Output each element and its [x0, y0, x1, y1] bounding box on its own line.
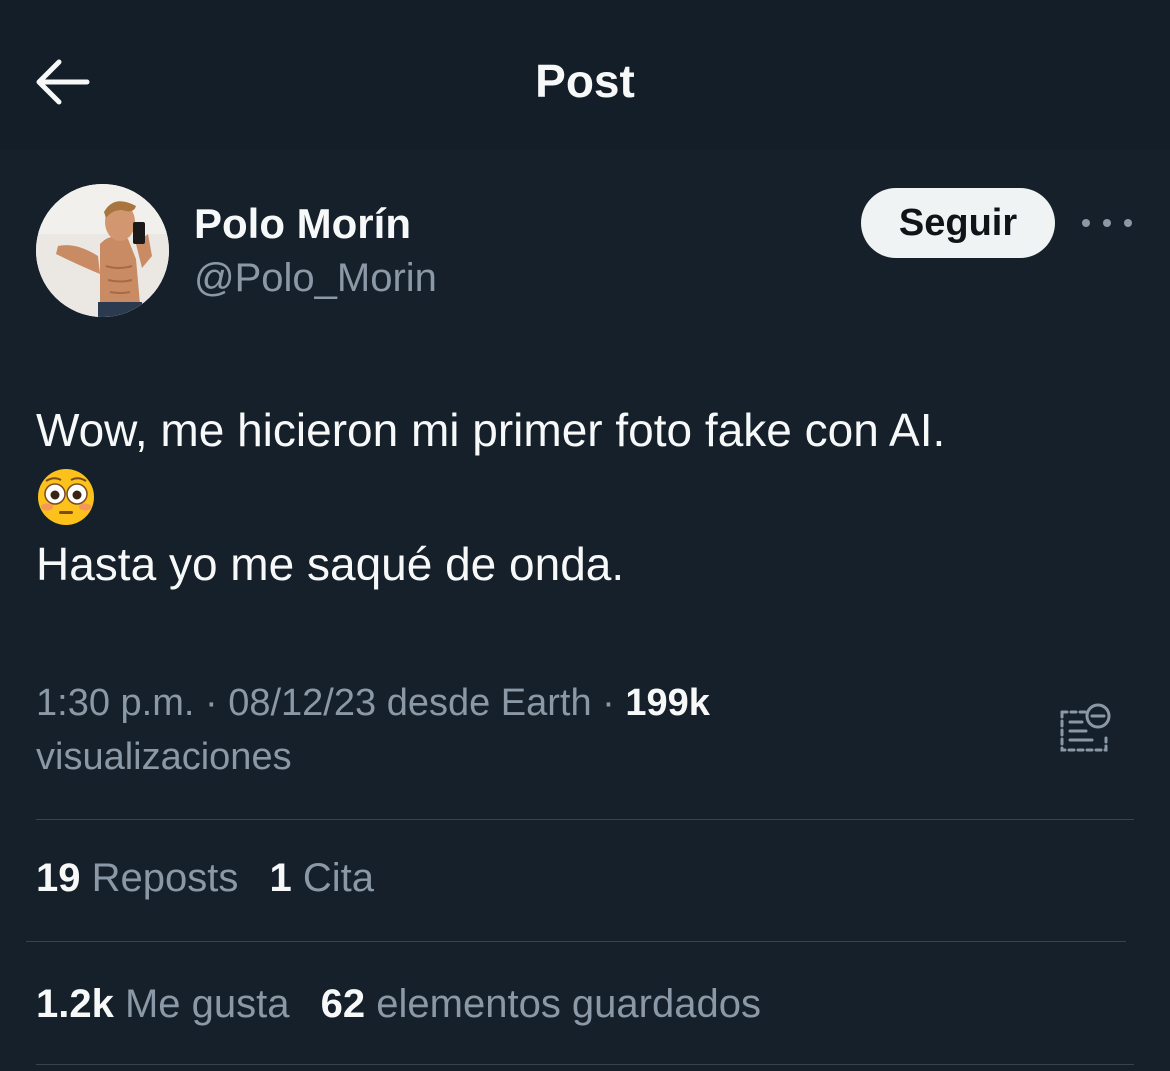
view-count: 199k — [625, 682, 710, 724]
reposts-label: Reposts — [91, 856, 239, 900]
tweet-line-1: Wow, me hicieron mi primer foto fake con… — [36, 404, 946, 456]
separator: · — [204, 682, 218, 724]
tweet-line-2: Hasta yo me saqué de onda. — [36, 538, 625, 590]
quotes-label: Cita — [302, 856, 375, 900]
community-note-button[interactable] — [1058, 700, 1116, 758]
view-count-label: visualizaciones — [36, 736, 292, 778]
page-title: Post — [535, 55, 635, 107]
more-horizontal-icon — [1103, 219, 1111, 227]
avatar[interactable] — [36, 184, 169, 317]
divider — [26, 941, 1126, 942]
tweet-time[interactable]: 1:30 p.m. — [36, 682, 194, 724]
quotes-link[interactable]: 1 Cita — [270, 856, 375, 900]
quotes-count: 1 — [269, 856, 292, 900]
more-options-button[interactable] — [1082, 206, 1132, 240]
likes-link[interactable]: 1.2k Me gusta — [36, 982, 290, 1026]
community-note-icon — [1060, 703, 1111, 752]
more-horizontal-icon — [1082, 219, 1090, 227]
likes-count: 1.2k — [36, 982, 114, 1026]
bookmarks-count: 62 — [320, 982, 366, 1026]
separator: · — [602, 682, 615, 724]
reposts-link[interactable]: 19 Reposts — [36, 856, 238, 900]
reposts-count: 19 — [36, 856, 81, 900]
author-display-name[interactable]: Polo Morín — [194, 200, 411, 248]
follow-button[interactable]: Seguir — [861, 188, 1055, 258]
engagement-stats: 1.2k Me gusta 62 elementos guardados — [36, 982, 781, 1027]
flushed-face-emoji — [38, 469, 94, 525]
repost-stats: 19 Reposts 1 Cita — [36, 856, 394, 901]
bookmarks-link[interactable]: 62 elementos guardados — [321, 982, 761, 1026]
bookmarks-label: elementos guardados — [376, 982, 761, 1026]
likes-label: Me gusta — [124, 982, 290, 1026]
top-bar: Post — [0, 0, 1170, 150]
tweet-date[interactable]: 08/12/23 — [228, 682, 376, 724]
author-handle[interactable]: @Polo_Morin — [194, 256, 437, 301]
profile-photo — [36, 184, 169, 317]
tweet-text: Wow, me hicieron mi primer foto fake con… — [36, 398, 1136, 596]
divider — [36, 1064, 1134, 1065]
tweet-metadata: 1:30 p.m. · 08/12/23 desde Earth · 199k … — [36, 676, 936, 784]
more-horizontal-icon — [1124, 219, 1132, 227]
divider — [36, 819, 1134, 820]
tweet-source: desde Earth — [386, 682, 592, 724]
